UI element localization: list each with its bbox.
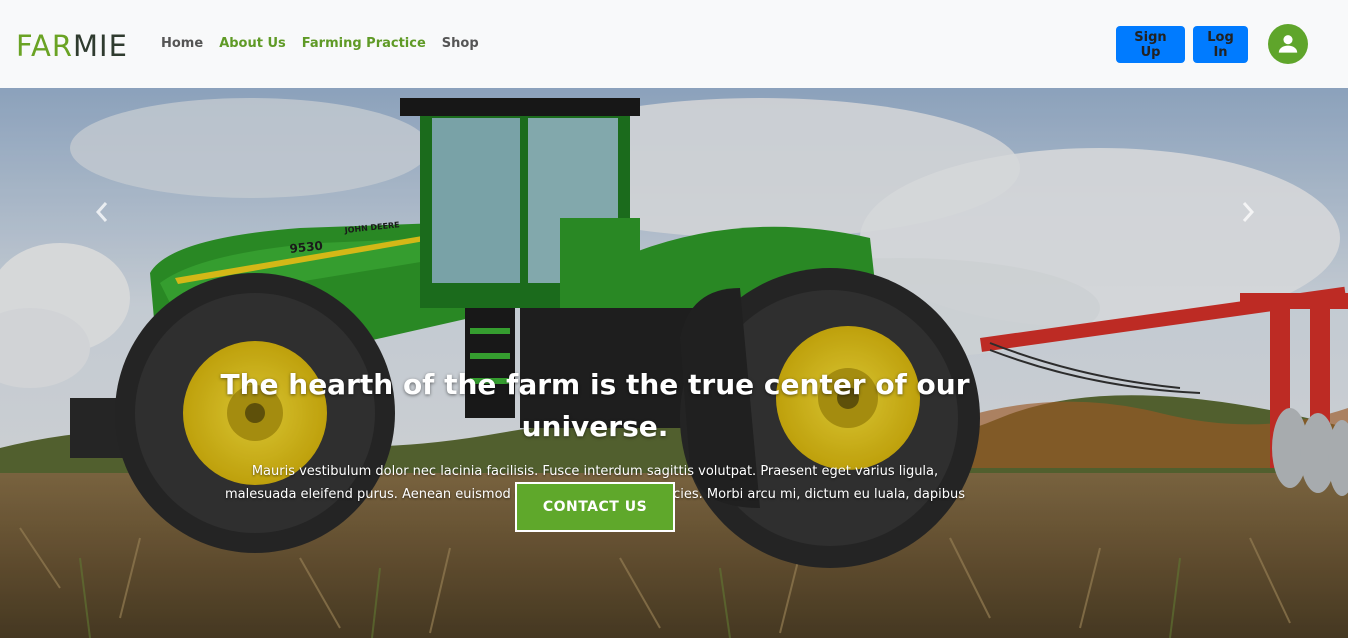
- nav-links: Home About Us Farming Practice Shop: [161, 36, 479, 52]
- contact-us-button[interactable]: CONTACT US: [515, 482, 675, 532]
- hero-title: The hearth of the farm is the true cente…: [220, 368, 970, 443]
- nav-link-home[interactable]: Home: [161, 36, 203, 52]
- brand-part-far: FAR: [16, 29, 74, 63]
- brand-part-mie: MIE: [73, 29, 128, 63]
- carousel-prev-button[interactable]: [90, 198, 114, 226]
- user-icon: [1278, 35, 1298, 53]
- hero-background-image: 9530 JOHN DEERE: [0, 88, 1348, 638]
- nav-link-about-us[interactable]: About Us: [219, 36, 286, 52]
- nav-link-shop[interactable]: Shop: [442, 36, 479, 52]
- carousel-next-button[interactable]: [1236, 198, 1260, 226]
- user-avatar-button[interactable]: [1268, 24, 1308, 64]
- chevron-left-icon: [95, 202, 108, 222]
- navbar: FARMIE Home About Us Farming Practice Sh…: [0, 0, 1348, 88]
- nav-link-farming-practice[interactable]: Farming Practice: [302, 36, 426, 52]
- sign-up-button[interactable]: Sign Up: [1116, 26, 1185, 63]
- hero-carousel: 9530 JOHN DEERE The hearth of the farm i…: [0, 88, 1348, 638]
- brand-logo[interactable]: FARMIE: [16, 28, 128, 64]
- log-in-button[interactable]: Log In: [1193, 26, 1248, 63]
- chevron-right-icon: [1242, 202, 1255, 222]
